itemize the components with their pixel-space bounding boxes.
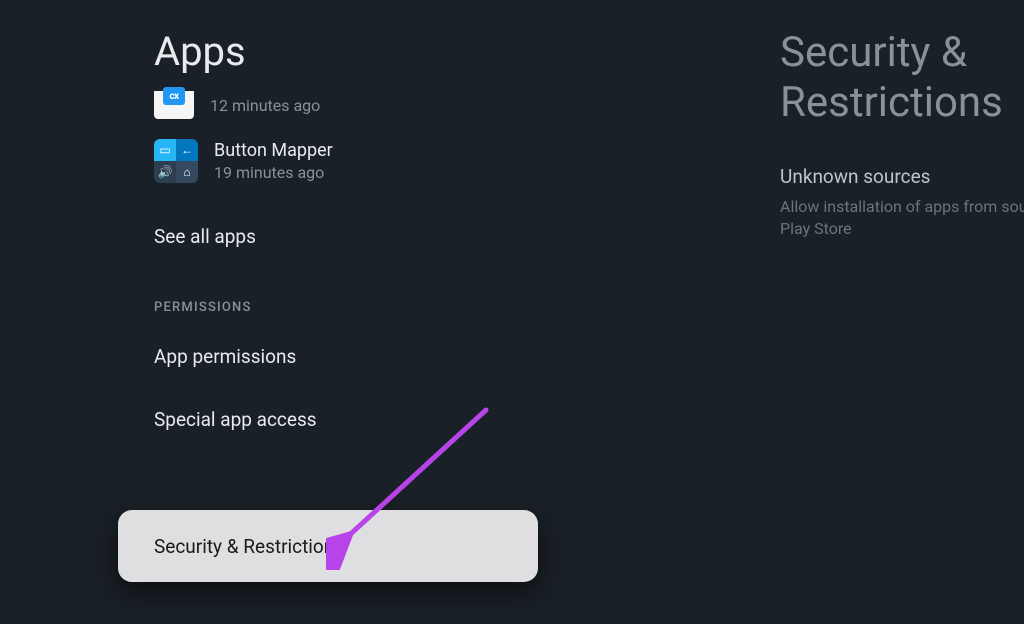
see-all-apps-link[interactable]: See all apps [0, 207, 660, 266]
security-restrictions-label: Security & Restrictions [154, 535, 344, 558]
unknown-sources-desc: Allow installation of apps from sources … [780, 196, 1024, 241]
app-time-label: 12 minutes ago [210, 96, 320, 115]
special-app-access-item[interactable]: Special app access [0, 388, 660, 451]
app-permissions-item[interactable]: App permissions [0, 325, 660, 388]
app-name-label: Button Mapper [214, 140, 333, 161]
button-mapper-icon: ▭ ← 🔊 ⌂ [154, 139, 198, 183]
unknown-sources-title[interactable]: Unknown sources [780, 165, 1024, 188]
window-icon: ▭ [159, 144, 170, 156]
cx-app-icon: cx [154, 91, 194, 119]
page-title: Apps [0, 0, 660, 87]
volume-icon: 🔊 [158, 166, 173, 178]
cx-badge: cx [163, 87, 185, 105]
permissions-section-header: PERMISSIONS [0, 266, 660, 325]
detail-title: Security & Restrictions [780, 0, 1024, 129]
arrow-left-icon: ← [181, 144, 193, 156]
security-restrictions-item[interactable]: Security & Restrictions [118, 510, 538, 582]
apps-panel: Apps cx 12 minutes ago ▭ ← 🔊 ⌂ Button Ma… [0, 0, 660, 624]
app-meta: 12 minutes ago [210, 96, 320, 115]
app-meta: Button Mapper 19 minutes ago [214, 140, 333, 182]
detail-panel: Security & Restrictions Unknown sources … [780, 0, 1024, 624]
recent-app-button-mapper[interactable]: ▭ ← 🔊 ⌂ Button Mapper 19 minutes ago [0, 135, 660, 187]
app-time-label: 19 minutes ago [214, 163, 333, 182]
home-icon: ⌂ [183, 166, 190, 178]
recent-app-cx[interactable]: cx 12 minutes ago [0, 87, 660, 123]
